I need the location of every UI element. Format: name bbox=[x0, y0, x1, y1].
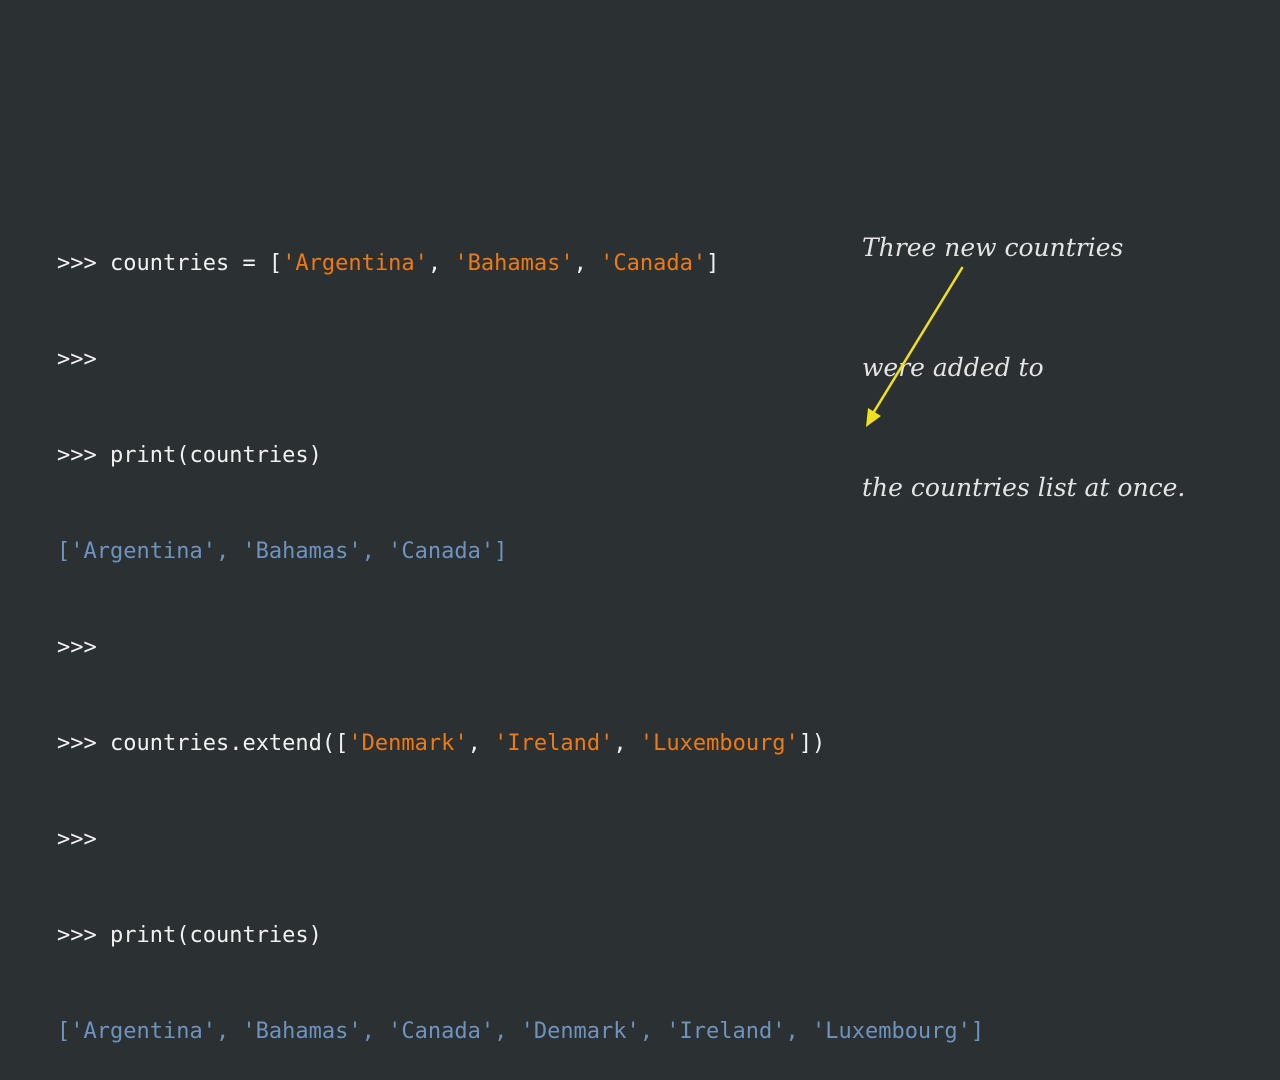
console-line-7: >>> bbox=[57, 824, 984, 856]
string-literal: 'Denmark' bbox=[348, 731, 467, 756]
separator: , bbox=[468, 731, 495, 756]
prompt: >>> bbox=[57, 443, 97, 468]
separator: , bbox=[613, 731, 640, 756]
annotation-line-2: were added to bbox=[862, 348, 1185, 388]
console-line-3: >>> print(countries) bbox=[57, 440, 984, 472]
separator: , bbox=[428, 251, 455, 276]
annotation-note: Three new countries were added to the co… bbox=[862, 148, 1185, 548]
string-literal: 'Luxembourg' bbox=[640, 731, 799, 756]
code-text: print(countries) bbox=[97, 443, 322, 468]
console-output-2: ['Argentina', 'Bahamas', 'Canada', 'Denm… bbox=[57, 1016, 984, 1048]
console-output-1: ['Argentina', 'Bahamas', 'Canada'] bbox=[57, 536, 984, 568]
string-literal: 'Bahamas' bbox=[454, 251, 573, 276]
python-console: >>> countries = ['Argentina', 'Bahamas',… bbox=[57, 184, 984, 1080]
code-text: countries = [ bbox=[97, 251, 282, 276]
prompt: >>> bbox=[57, 347, 97, 372]
code-text: ]) bbox=[799, 731, 826, 756]
prompt: >>> bbox=[57, 827, 97, 852]
annotation-line-1: Three new countries bbox=[862, 228, 1185, 268]
separator: , bbox=[574, 251, 601, 276]
console-line-1: >>> countries = ['Argentina', 'Bahamas',… bbox=[57, 248, 984, 280]
console-line-8: >>> print(countries) bbox=[57, 920, 984, 952]
string-literal: 'Argentina' bbox=[282, 251, 428, 276]
prompt: >>> bbox=[57, 635, 97, 660]
console-line-5: >>> bbox=[57, 632, 984, 664]
annotation-line-3: the countries list at once. bbox=[862, 468, 1185, 508]
prompt: >>> bbox=[57, 923, 97, 948]
string-literal: 'Canada' bbox=[600, 251, 706, 276]
prompt: >>> bbox=[57, 731, 97, 756]
console-line-6: >>> countries.extend(['Denmark', 'Irelan… bbox=[57, 728, 984, 760]
code-text: print(countries) bbox=[97, 923, 322, 948]
code-text: ] bbox=[706, 251, 719, 276]
prompt: >>> bbox=[57, 251, 97, 276]
code-text: countries.extend([ bbox=[97, 731, 349, 756]
console-line-2: >>> bbox=[57, 344, 984, 376]
string-literal: 'Ireland' bbox=[494, 731, 613, 756]
